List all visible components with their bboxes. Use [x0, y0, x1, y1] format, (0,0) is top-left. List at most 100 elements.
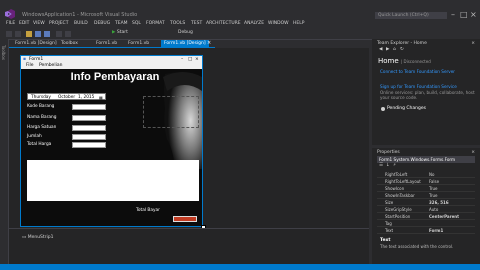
menu-help[interactable]: HELP [293, 20, 304, 28]
menu-project[interactable]: PROJECT [49, 20, 68, 28]
property-value[interactable]: False [429, 179, 439, 185]
property-name: Tag [385, 221, 392, 226]
property-row[interactable]: Tag [377, 221, 475, 227]
date-rest: 1, 2015 [78, 95, 95, 100]
property-name: Size [385, 200, 394, 205]
tab-form1-vb-2[interactable]: Form1.vb [125, 40, 152, 47]
window-title: WindowsApplication1 - Microsoft Visual S… [22, 12, 138, 18]
property-row[interactable]: StartPosition CenterParent [377, 214, 475, 220]
menu-debug[interactable]: DEBUG [94, 20, 110, 28]
property-description: The text associated with the control. [380, 244, 454, 249]
te-back-icon[interactable]: ◀ [379, 47, 382, 52]
back-icon[interactable] [6, 31, 12, 37]
properties-close-icon[interactable]: × [471, 149, 475, 156]
quick-launch-input[interactable]: Quick Launch (Ctrl+Q) [375, 12, 447, 19]
input-jumlah[interactable] [72, 134, 106, 140]
connect-tfs-link[interactable]: Connect to Team Foundation Server [380, 69, 455, 74]
te-home-icon[interactable]: ⌂ [393, 47, 396, 52]
menu-view[interactable]: VIEW [33, 20, 45, 28]
input-nama-barang[interactable] [72, 115, 106, 121]
menustrip-component[interactable]: ▭ MenuStrip1 [22, 235, 54, 240]
property-value[interactable]: True [429, 186, 438, 192]
property-value[interactable]: No [429, 172, 434, 178]
save-all-icon[interactable] [44, 31, 50, 37]
home-status: | Disconnected [400, 59, 431, 64]
pending-changes-icon [381, 107, 385, 111]
properties-header: Properties × [377, 149, 477, 156]
form-maximize-icon: □ [188, 57, 193, 62]
input-total-bayar[interactable] [173, 216, 197, 222]
menu-tools[interactable]: TOOLS [170, 20, 185, 28]
team-explorer-text: Online services: plan, build, collaborat… [380, 90, 475, 100]
property-row[interactable]: RightToLeft No [377, 172, 475, 178]
menu-team[interactable]: TEAM [115, 20, 128, 28]
date-day: Thursday [31, 95, 51, 100]
toolbox-tab[interactable]: Toolbox [1, 45, 6, 60]
menu-format[interactable]: FORMAT [146, 20, 165, 28]
categorized-icon[interactable]: ☰ [379, 163, 383, 168]
menu-architecture[interactable]: ARCHITECTURE [206, 20, 241, 28]
team-explorer-toolbar: ◀ ▶ ⌂ ↻ [377, 47, 477, 54]
property-value[interactable]: True [429, 193, 438, 199]
team-explorer-title: Team Explorer - Home [377, 41, 427, 46]
open-folder-icon[interactable] [26, 31, 32, 37]
property-row[interactable]: ShowIcon True [377, 186, 475, 192]
menu-window[interactable]: WINDOW [268, 20, 289, 28]
property-value[interactable]: Auto [429, 207, 438, 213]
label-nama-barang: Nama Barang [27, 115, 57, 120]
tab-form1-design-active[interactable]: Form1.vb [Design] [161, 40, 209, 47]
property-value[interactable]: Form1 [429, 228, 443, 234]
signup-tfs-link[interactable]: Sign up for Team Foundation Service [380, 84, 457, 89]
property-row[interactable]: Size 326, 516 [377, 200, 475, 206]
property-row[interactable]: Text Form1 [377, 228, 475, 234]
menu-test[interactable]: TEST [191, 20, 202, 28]
config-dropdown[interactable]: Debug [178, 30, 193, 35]
input-harga-satuan[interactable] [72, 125, 106, 131]
menu-build[interactable]: BUILD [74, 20, 88, 28]
form-minimize-icon: – [181, 57, 184, 62]
menu-edit[interactable]: EDIT [19, 20, 29, 28]
te-forward-icon[interactable]: ▶ [386, 47, 389, 52]
status-bar [0, 264, 480, 270]
form-title-bar[interactable]: ▪ Form1 – □ × [21, 56, 202, 63]
maximize-icon[interactable]: □ [460, 10, 468, 19]
property-value[interactable]: 326, 516 [429, 200, 449, 206]
properties-object-selector[interactable]: Form1 System.Windows.Forms.Form [377, 156, 475, 163]
tab-form1-design-1[interactable]: Form1.vb [Design] [12, 40, 60, 47]
forward-icon[interactable] [15, 31, 21, 37]
undo-icon[interactable] [56, 31, 62, 37]
events-icon[interactable]: ⚡ [393, 163, 396, 168]
close-icon[interactable]: × [470, 10, 477, 19]
toolbox-strip[interactable] [0, 39, 9, 264]
panel-close-icon[interactable]: × [471, 40, 475, 47]
data-grid[interactable] [27, 160, 199, 201]
start-button[interactable]: ▶ Start [112, 30, 128, 35]
team-explorer-header: Team Explorer - Home × [377, 40, 477, 47]
redo-icon[interactable] [65, 31, 71, 37]
save-icon[interactable] [35, 31, 41, 37]
te-refresh-icon[interactable]: ↻ [400, 47, 404, 52]
property-row[interactable]: SizeGripStyle Auto [377, 207, 475, 213]
property-value[interactable]: CenterParent [429, 214, 459, 220]
tab-toolbox[interactable]: Toolbox [58, 40, 81, 47]
menu-file[interactable]: FILE [6, 20, 15, 28]
start-label: Start [116, 30, 128, 35]
pending-changes-link[interactable]: Pending Changes [387, 106, 426, 111]
minimize-icon[interactable]: – [451, 10, 455, 19]
calendar-icon[interactable]: ▦ [99, 94, 103, 101]
menu-analyze[interactable]: ANALYZE [244, 20, 264, 28]
date-picker[interactable]: Thursday October 1, 2015 ▦ [27, 93, 106, 100]
property-name: RightToLeft [385, 172, 408, 177]
property-row[interactable]: ShowInTaskbar True [377, 193, 475, 199]
input-kode-barang[interactable] [72, 104, 106, 110]
close-tab-icon[interactable]: × [207, 40, 211, 46]
menu-sql[interactable]: SQL [132, 20, 141, 28]
alphabetical-icon[interactable]: ↓ [386, 163, 390, 168]
selection-outline [143, 96, 199, 128]
property-description-title: Text [380, 238, 391, 243]
property-row[interactable]: RightToLeftLayout False [377, 179, 475, 185]
tab-form1-vb-1[interactable]: Form1.vb [93, 40, 120, 47]
property-name: Text [385, 228, 394, 233]
input-total-harga[interactable] [72, 142, 106, 148]
component-tray [9, 228, 369, 265]
